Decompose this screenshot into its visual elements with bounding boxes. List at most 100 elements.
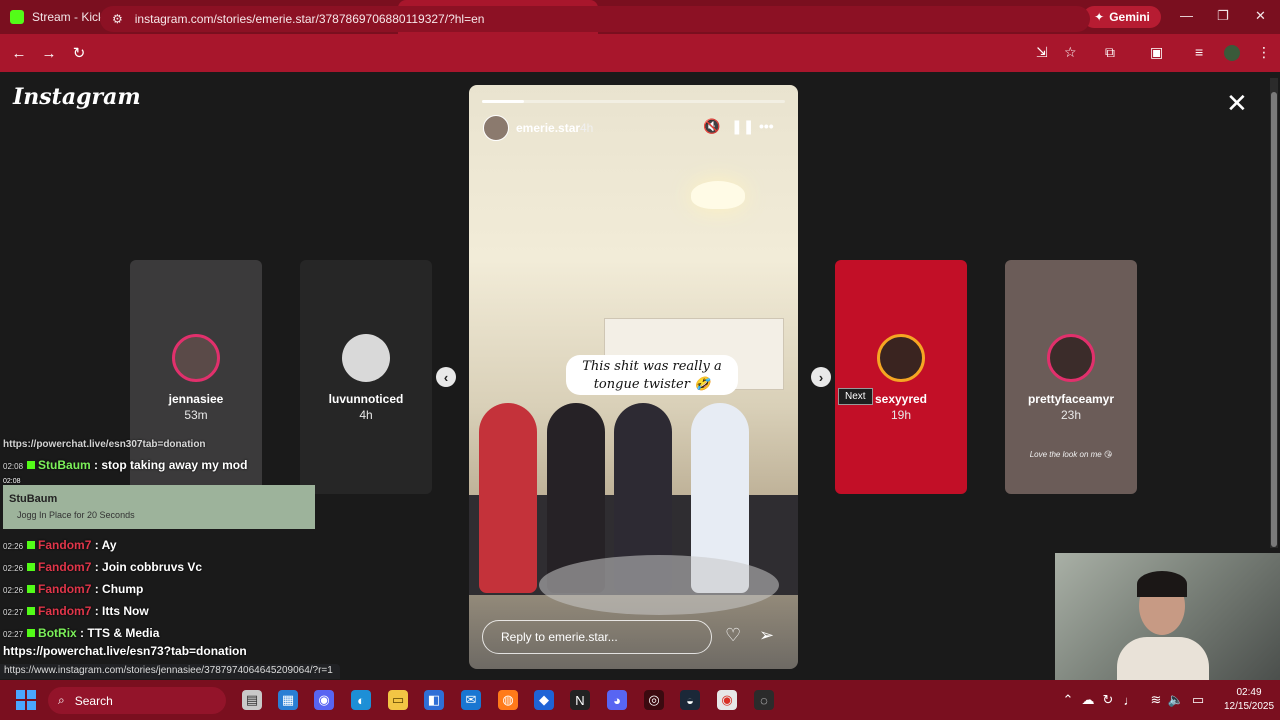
chat-highlight-box: StuBaum Jogg In Place for 20 Seconds (3, 485, 315, 529)
chat-timestamp: 02:26 (3, 586, 24, 595)
story-viewer[interactable]: emerie.star 4h 🔇 ❚❚ ••• This shit was re… (469, 85, 798, 669)
search-label: Search (74, 693, 113, 708)
extensions-icon[interactable]: ⧉ (1105, 44, 1115, 61)
back-icon[interactable]: ← (4, 45, 34, 62)
install-app-icon[interactable]: ⇲ (1036, 44, 1048, 61)
windows-start-icon[interactable] (16, 690, 36, 710)
chat-username: Fandom7 (38, 582, 92, 596)
chat-username: Fandom7 (38, 560, 92, 574)
like-heart-icon[interactable]: ♡ (725, 625, 741, 646)
chat-link-line: https://powerchat.live/esn73?tab=donatio… (3, 644, 247, 658)
notion-icon[interactable]: N (570, 690, 590, 710)
webcam-body (1117, 637, 1209, 680)
muted-speaker-icon[interactable]: 🔇 (703, 118, 720, 135)
show-hidden-icons-icon[interactable]: ⌃ (1058, 690, 1078, 710)
story-username: prettyfaceamyr (1027, 392, 1115, 406)
teams-icon[interactable]: ◉ (314, 690, 334, 710)
volume-icon[interactable]: 🔈 (1166, 690, 1186, 710)
menu-kebab-icon[interactable]: ⋮ (1257, 44, 1271, 61)
chat-timestamp: 02:27 (3, 608, 24, 617)
maximize-icon[interactable]: ❐ (1217, 8, 1229, 24)
story-age: 53m (184, 408, 208, 422)
chat-timestamp: 02:08 (3, 478, 21, 485)
close-stories-icon[interactable]: ✕ (1226, 90, 1248, 116)
avatar (877, 334, 925, 382)
media-control-icon[interactable]: ≡ (1195, 44, 1203, 60)
taskbar-clock[interactable]: 02:49 12/15/2025 (1224, 686, 1274, 714)
ceiling-lamp (691, 181, 745, 209)
chat-username: BotRix (38, 626, 77, 640)
webcam-overlay (1055, 553, 1280, 680)
kick-badge-icon (27, 585, 36, 593)
kick-badge-icon (27, 541, 36, 549)
chrome-icon[interactable]: ◉ (717, 690, 737, 710)
instagram-logo[interactable]: Instagram (13, 84, 141, 110)
cloud-icon[interactable]: ☁ (1078, 690, 1098, 710)
steam-icon[interactable]: ◒ (680, 690, 700, 710)
chat-timestamp: 02:26 (3, 542, 24, 551)
microphone-icon[interactable]: ♩ (1120, 690, 1140, 710)
page-scrollbar[interactable] (1270, 78, 1278, 548)
story-age: 19h (890, 408, 912, 422)
app-icon[interactable]: ◎ (644, 690, 664, 710)
dropbox-icon[interactable]: ◆ (534, 690, 554, 710)
forward-icon[interactable]: → (34, 45, 64, 62)
mail-icon[interactable]: ✉ (461, 690, 481, 710)
more-options-icon[interactable]: ••• (759, 118, 774, 134)
next-story-button[interactable]: › (811, 367, 831, 387)
widgets-icon[interactable]: ▦ (278, 690, 298, 710)
pause-icon[interactable]: ❚❚ (731, 118, 754, 135)
taskbar-search[interactable]: ⌕ Search (48, 687, 226, 714)
default-avatar-icon (342, 334, 390, 382)
address-bar[interactable]: ⚙ instagram.com/stories/emerie.star/3787… (100, 6, 1090, 32)
tab-favicon-icon (10, 10, 24, 24)
obs-icon[interactable]: ◌ (754, 690, 774, 710)
kick-badge-icon (27, 607, 36, 615)
kick-badge-icon (27, 563, 36, 571)
gemini-button[interactable]: ✦ Gemini (1083, 6, 1161, 28)
edge-icon[interactable]: ◐ (351, 690, 371, 710)
previous-story-button[interactable]: ‹ (436, 367, 456, 387)
highlight-username: StuBaum (9, 493, 58, 505)
task-view-icon[interactable]: ▤ (242, 690, 262, 710)
story-author-username[interactable]: emerie.star (516, 121, 580, 135)
scrollbar-thumb[interactable] (1271, 92, 1277, 547)
story-card-prettyfaceamyr[interactable]: prettyfaceamyr 23h Love the look on me 😘 (1005, 260, 1137, 494)
window-close-icon[interactable]: ✕ (1255, 8, 1266, 24)
chat-text: : stop taking away my mod (94, 458, 248, 472)
discord-icon[interactable]: ◕ (607, 690, 627, 710)
wifi-icon[interactable]: ≋ (1146, 690, 1166, 710)
story-progress-fill (482, 100, 525, 103)
chat-timestamp: 02:08 (3, 462, 24, 471)
story-author-avatar[interactable] (483, 115, 509, 141)
search-icon: ⌕ (58, 693, 65, 707)
profile-avatar[interactable] (1224, 45, 1240, 61)
store-icon[interactable]: ◧ (424, 690, 444, 710)
site-info-icon[interactable]: ⚙ (112, 12, 123, 26)
sync-icon[interactable]: ↻ (1098, 690, 1118, 710)
chat-message: 02:27 Fandom7 : Itts Now (3, 604, 149, 618)
chat-timestamp: 02:27 (3, 630, 24, 639)
highlight-description: Jogg In Place for 20 Seconds (17, 510, 135, 520)
battery-icon[interactable]: ▭ (1188, 690, 1208, 710)
minimize-icon[interactable]: — (1180, 8, 1193, 23)
chat-text: : Ay (94, 538, 117, 552)
next-tooltip: Next (838, 388, 873, 405)
kick-badge-icon (27, 629, 36, 637)
share-send-icon[interactable]: ➢ (759, 625, 774, 646)
chat-text: : Chump (94, 582, 144, 596)
story-card-sexyyred[interactable]: sexyyred 19h (835, 260, 967, 494)
side-panel-icon[interactable]: ▣ (1150, 44, 1163, 61)
chat-timestamp: 02:26 (3, 564, 24, 573)
story-username: jennasiee (168, 392, 224, 406)
reload-icon[interactable]: ↻ (64, 44, 94, 62)
bookmark-star-icon[interactable]: ☆ (1064, 44, 1077, 61)
file-explorer-icon[interactable]: ▭ (388, 690, 408, 710)
chat-message: 02:26 Fandom7 : Chump (3, 582, 143, 596)
person (479, 403, 537, 593)
firefox-icon[interactable]: ◍ (498, 690, 518, 710)
link-status-url: https://www.instagram.com/stories/jennas… (0, 664, 340, 679)
chat-username: Fandom7 (38, 538, 92, 552)
chat-message: 02:08 StuBaum : stop taking away my mod (3, 458, 247, 472)
reply-input[interactable]: Reply to emerie.star... (482, 620, 712, 654)
